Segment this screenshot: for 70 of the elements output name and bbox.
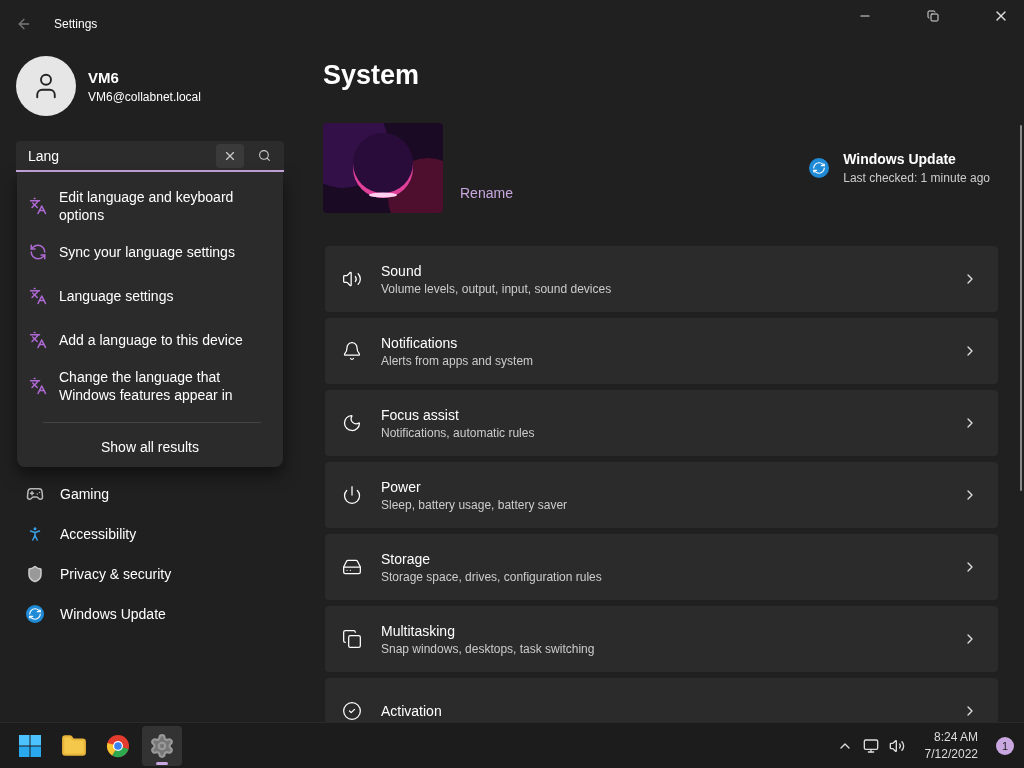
card-description: Storage space, drives, configuration rules (381, 569, 603, 584)
language-icon (29, 331, 47, 349)
nav-item[interactable]: Accessibility (16, 514, 284, 554)
suggestion-item[interactable]: Edit language and keyboard options (17, 182, 283, 230)
update-status: Last checked: 1 minute ago (843, 171, 990, 185)
speaker-icon (342, 269, 362, 289)
card-title: Focus assist (381, 406, 460, 423)
card-description: Alerts from apps and system (381, 353, 535, 368)
language-icon (29, 377, 47, 395)
restore-icon (927, 10, 939, 22)
settings-card[interactable]: Storage Storage space, drives, configuration rules (325, 534, 998, 600)
card-description: Snap windows, desktops, task switching (381, 641, 596, 656)
language-icon (29, 287, 47, 305)
browser-icon (106, 733, 130, 758)
scrollbar[interactable] (1020, 125, 1022, 491)
card-description: Volume levels, output, input, sound devices (381, 281, 613, 296)
power-icon (342, 485, 362, 505)
card-title: Sound (381, 262, 423, 279)
search-icon (257, 149, 271, 162)
suggestion-item[interactable]: Add a language to this device (17, 318, 283, 362)
update-title: Windows Update (843, 151, 957, 167)
folder-icon (61, 732, 87, 759)
settings-card[interactable]: Sound Volume levels, output, input, sound devices (325, 246, 998, 312)
sync-icon (809, 158, 830, 178)
card-title: Multitasking (381, 622, 456, 639)
nav-item[interactable]: Windows Update (16, 594, 284, 634)
account-email: VM6@collabnet.local (88, 89, 201, 104)
page-title: System (323, 59, 421, 92)
drive-icon (342, 557, 362, 577)
suggestion-item[interactable]: Language settings (17, 274, 283, 318)
settings-card[interactable]: Power Sleep, battery usage, battery saver (325, 462, 998, 528)
avatar (16, 56, 76, 116)
card-title: Notifications (381, 334, 459, 351)
card-description: Sleep, battery usage, battery saver (381, 497, 569, 512)
notification-badge[interactable]: 1 (996, 736, 1014, 755)
check-circle-icon (342, 701, 362, 721)
search-box[interactable]: Lang (16, 141, 284, 172)
card-title: Storage (381, 550, 432, 567)
suggestion-item[interactable]: Change the language that Windows features appear in (17, 362, 283, 410)
gear-icon (149, 732, 175, 759)
sync-icon (26, 605, 44, 623)
card-title: Power (381, 478, 422, 495)
volume-icon[interactable] (888, 737, 905, 754)
bell-icon (342, 341, 362, 361)
moon-icon (342, 413, 362, 433)
settings-card[interactable]: Notifications Alerts from apps and system (325, 318, 998, 384)
settings-card[interactable]: Multitasking Snap windows, desktops, task switching (325, 606, 998, 672)
settings-card[interactable]: Focus assist Notifications, automatic rules (325, 390, 998, 456)
windows-icon (342, 629, 362, 649)
shield-icon (26, 565, 44, 583)
settings-card[interactable]: Activation (325, 678, 998, 722)
gamepad-icon (26, 485, 44, 503)
back-icon[interactable] (16, 16, 32, 32)
card-title: Activation (381, 703, 443, 719)
suggestion-item[interactable]: Sync your language settings (17, 230, 283, 274)
nav-item[interactable]: Privacy & security (16, 554, 284, 594)
rename-link[interactable]: Rename (460, 185, 513, 201)
search-field[interactable]: Lang (26, 146, 216, 165)
network-icon[interactable] (862, 737, 879, 754)
taskbar-app[interactable] (142, 725, 182, 766)
card-description: Notifications, automatic rules (381, 425, 536, 440)
nav-item[interactable]: Gaming (16, 474, 284, 514)
account-name: VM6 (88, 68, 120, 86)
windows-logo-icon (18, 733, 42, 758)
language-icon (29, 197, 47, 215)
sync-icon (29, 243, 47, 261)
show-all-results-link[interactable]: Show all results (17, 433, 283, 461)
clear-button[interactable] (216, 143, 244, 168)
clock[interactable]: 8:24 AM 7/12/2022 (924, 728, 978, 763)
window-title: Settings (54, 17, 99, 31)
